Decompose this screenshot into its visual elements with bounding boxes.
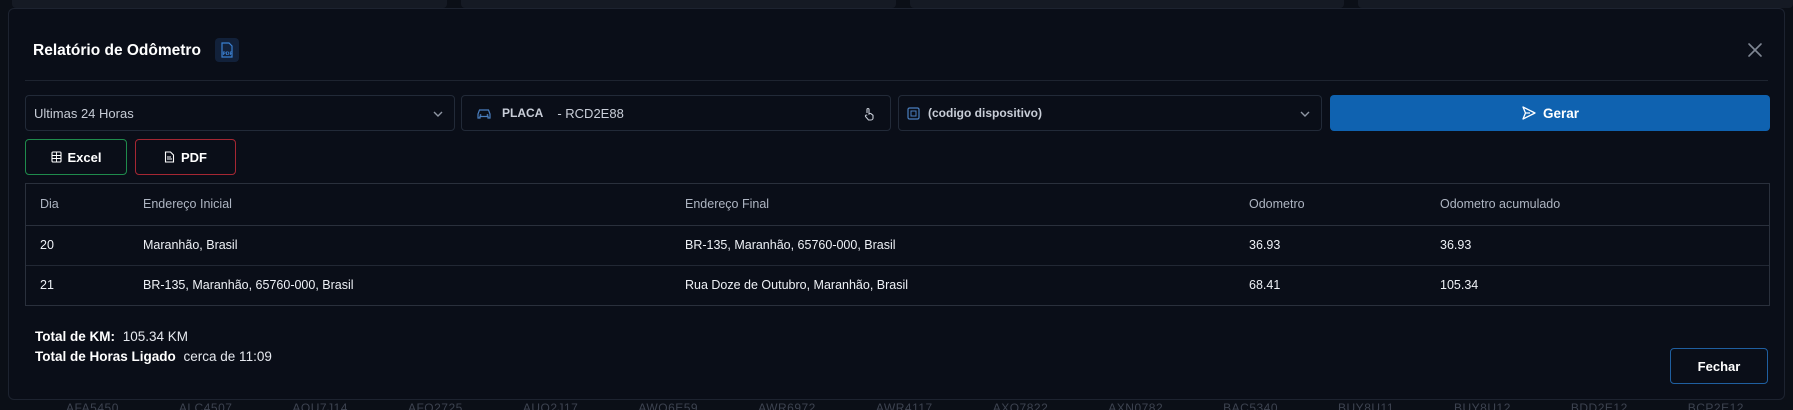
- cell-odometro: 68.41: [1249, 278, 1281, 293]
- pdf-export-label: PDF: [181, 149, 207, 165]
- table-header-row: Dia Endereço Inicial Endereço Final Odom…: [26, 184, 1769, 226]
- table-row: 21 BR-135, Maranhão, 65760-000, Brasil R…: [26, 265, 1769, 305]
- pointer-icon[interactable]: [862, 107, 876, 121]
- svg-text:PDF: PDF: [223, 51, 233, 57]
- cell-endereco-final: Rua Doze de Outubro, Maranhão, Brasil: [685, 278, 909, 293]
- chevron-down-icon: [1300, 111, 1310, 117]
- close-icon[interactable]: [1744, 39, 1766, 61]
- total-km-label: Total de KM:: [35, 329, 115, 344]
- modal-title: Relatório de Odômetro: [33, 42, 201, 59]
- cell-dia: 21: [40, 278, 54, 293]
- total-km: Total de KM: 105.34 KM: [35, 327, 272, 347]
- report-summary: Total de KM: 105.34 KM Total de Horas Li…: [35, 327, 272, 367]
- cell-endereco-inicial: Maranhão, Brasil: [129, 225, 671, 266]
- period-select[interactable]: Ultimas 24 Horas: [25, 95, 455, 131]
- filter-row: Ultimas 24 Horas PLACA - RCD2E88 (codigo…: [25, 95, 1770, 131]
- cell-odometro: 36.93: [1235, 225, 1426, 266]
- excel-export-label: Excel: [67, 149, 102, 165]
- column-header-endereco-final: Endereço Final: [671, 184, 1235, 226]
- odometer-table: Dia Endereço Inicial Endereço Final Odom…: [25, 183, 1770, 306]
- odometer-report-modal: Relatório de Odômetro PDF Ultimas 24 Hor…: [8, 8, 1785, 400]
- column-header-endereco-inicial: Endereço Inicial: [129, 184, 671, 226]
- table-row: 20 Maranhão, Brasil BR-135, Maranhão, 65…: [26, 225, 1769, 266]
- plate-field[interactable]: PLACA - RCD2E88: [461, 95, 891, 131]
- cell-endereco-inicial: BR-135, Maranhão, 65760-000, Brasil: [143, 278, 354, 293]
- plate-value: - RCD2E88: [557, 105, 624, 121]
- generate-button-label: Gerar: [1542, 105, 1580, 121]
- send-icon: [1522, 106, 1536, 120]
- total-hours: Total de Horas Ligado cerca de 11:09: [35, 347, 272, 367]
- background-cards: [0, 0, 1793, 8]
- cell-odometro-acumulado: 105.34: [1440, 278, 1479, 293]
- car-icon: [477, 109, 491, 119]
- pdf-icon: PDF: [215, 38, 239, 62]
- cell-endereco-final: BR-135, Maranhão, 65760-000, Brasil: [671, 225, 1235, 266]
- total-hours-label: Total de Horas Ligado: [35, 349, 176, 364]
- device-select-value: (codigo dispositivo): [928, 106, 1042, 120]
- excel-export-button[interactable]: Excel: [25, 139, 127, 175]
- period-select-value: Ultimas 24 Horas: [34, 105, 134, 121]
- cell-dia: 20: [26, 225, 129, 266]
- file-pdf-icon: [164, 151, 175, 163]
- close-button[interactable]: Fechar: [1670, 348, 1768, 384]
- chevron-down-icon: [433, 111, 443, 117]
- cell-odometro-acumulado: 36.93: [1426, 225, 1769, 266]
- device-select[interactable]: (codigo dispositivo): [898, 95, 1322, 131]
- column-header-odometro: Odometro: [1235, 184, 1426, 226]
- device-icon: [907, 106, 920, 120]
- pdf-export-button[interactable]: PDF: [135, 139, 236, 175]
- modal-header: Relatório de Odômetro PDF: [25, 9, 1768, 81]
- total-hours-value: cerca de 11:09: [183, 349, 272, 364]
- plate-label: PLACA: [502, 106, 544, 120]
- generate-button[interactable]: Gerar: [1330, 95, 1770, 131]
- column-header-dia: Dia: [26, 184, 129, 226]
- total-km-value: 105.34 KM: [122, 329, 189, 344]
- column-header-odometro-acumulado: Odometro acumulado: [1426, 184, 1769, 226]
- spreadsheet-icon: [50, 151, 62, 163]
